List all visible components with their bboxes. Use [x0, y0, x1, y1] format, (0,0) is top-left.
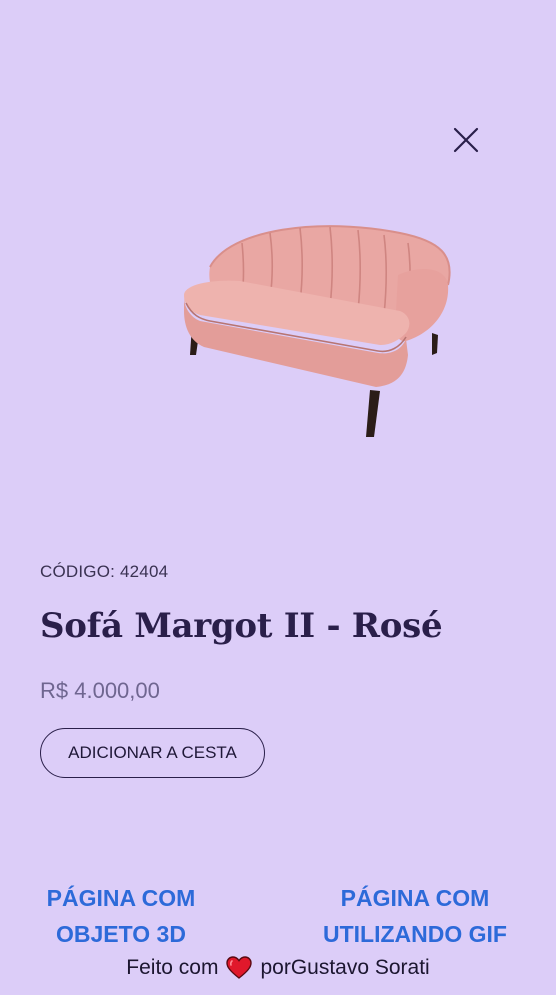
page-3d-link-line2: OBJETO 3D [56, 921, 186, 947]
product-price: R$ 4.000,00 [40, 678, 160, 703]
page-gif-link-line1: PÁGINA COM [340, 885, 490, 911]
footer: Feito com porGustavo Sorati [0, 956, 556, 980]
page-3d-link-line1: PÁGINA COM [46, 885, 196, 911]
heart-icon [226, 956, 253, 979]
add-to-cart-button[interactable]: ADICIONAR A CESTA [40, 728, 265, 778]
page-3d-link[interactable]: PÁGINA COM OBJETO 3D [20, 880, 222, 952]
footer-author: porGustavo Sorati [260, 956, 430, 979]
page-gif-link-line2: UTILIZANDO GIF [323, 921, 507, 947]
product-title: Sofá Margot II - Rosé [40, 606, 443, 646]
close-icon [453, 127, 479, 153]
product-code: CÓDIGO: 42404 [40, 562, 169, 581]
page-gif-link[interactable]: PÁGINA COM UTILIZANDO GIF [300, 880, 530, 952]
footer-made-with: Feito com [126, 956, 219, 979]
close-button[interactable] [448, 122, 484, 158]
sofa-image [170, 215, 460, 445]
